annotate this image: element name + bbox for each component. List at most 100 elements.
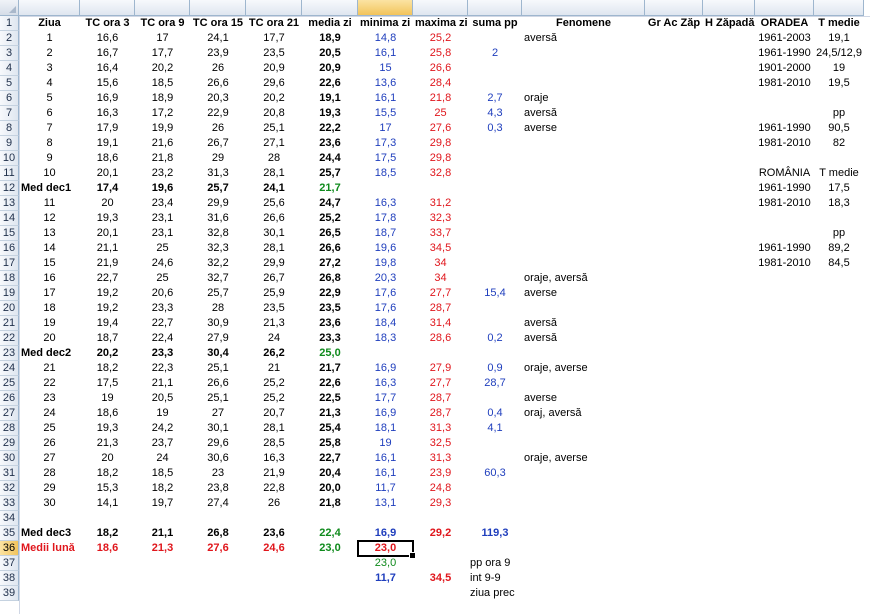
cell-b17[interactable]: 21,9 [80, 256, 135, 271]
cell-g11[interactable]: 18,5 [358, 166, 413, 181]
row-header-10[interactable]: 10 [0, 151, 19, 166]
cell-a26[interactable]: 23 [19, 391, 80, 406]
cell-h18[interactable]: 34 [413, 271, 468, 286]
cell-f2[interactable]: 18,9 [302, 31, 358, 46]
cell-e12[interactable]: 24,1 [246, 181, 302, 196]
cell-a15[interactable]: 13 [19, 226, 80, 241]
cell-a6[interactable]: 5 [19, 91, 80, 106]
cell-a14[interactable]: 12 [19, 211, 80, 226]
cell-b36[interactable]: 18,6 [80, 541, 135, 556]
cell-b11[interactable]: 20,1 [80, 166, 135, 181]
cell-n13[interactable]: 18,3 [814, 196, 864, 211]
cell-a32[interactable]: 29 [19, 481, 80, 496]
cell-d14[interactable]: 31,6 [190, 211, 246, 226]
cell-l1[interactable]: H Zăpadă [703, 16, 755, 31]
cell-f4[interactable]: 20,9 [302, 61, 358, 76]
cell-e8[interactable]: 25,1 [246, 121, 302, 136]
cell-b13[interactable]: 20 [80, 196, 135, 211]
cell-b6[interactable]: 16,9 [80, 91, 135, 106]
cell-c13[interactable]: 23,4 [135, 196, 190, 211]
cell-g1[interactable]: minima zi [358, 16, 413, 31]
cell-a3[interactable]: 2 [19, 46, 80, 61]
cell-h16[interactable]: 34,5 [413, 241, 468, 256]
row-header-31[interactable]: 31 [0, 466, 19, 481]
cell-b21[interactable]: 19,4 [80, 316, 135, 331]
cell-a8[interactable]: 7 [19, 121, 80, 136]
cell-f31[interactable]: 20,4 [302, 466, 358, 481]
cell-e17[interactable]: 29,9 [246, 256, 302, 271]
row-header-30[interactable]: 30 [0, 451, 19, 466]
cell-a13[interactable]: 11 [19, 196, 80, 211]
cell-c3[interactable]: 17,7 [135, 46, 190, 61]
cell-e27[interactable]: 20,7 [246, 406, 302, 421]
cell-h13[interactable]: 31,2 [413, 196, 468, 211]
cell-b2[interactable]: 16,6 [80, 31, 135, 46]
cell-c9[interactable]: 21,6 [135, 136, 190, 151]
cell-f24[interactable]: 21,7 [302, 361, 358, 376]
cell-e7[interactable]: 20,8 [246, 106, 302, 121]
cell-f17[interactable]: 27,2 [302, 256, 358, 271]
cell-h9[interactable]: 29,8 [413, 136, 468, 151]
cell-n9[interactable]: 82 [814, 136, 864, 151]
cell-e33[interactable]: 26 [246, 496, 302, 511]
cell-c27[interactable]: 19 [135, 406, 190, 421]
cell-c31[interactable]: 18,5 [135, 466, 190, 481]
cell-c25[interactable]: 21,1 [135, 376, 190, 391]
cell-b7[interactable]: 16,3 [80, 106, 135, 121]
cell-f1[interactable]: media zi [302, 16, 358, 31]
row-header-34[interactable]: 34 [0, 511, 19, 526]
cell-g19[interactable]: 17,6 [358, 286, 413, 301]
cell-f29[interactable]: 25,8 [302, 436, 358, 451]
cell-b9[interactable]: 19,1 [80, 136, 135, 151]
row-header-11[interactable]: 11 [0, 166, 19, 181]
cell-i7[interactable]: 4,3 [468, 106, 522, 121]
cell-d15[interactable]: 32,8 [190, 226, 246, 241]
cell-b18[interactable]: 22,7 [80, 271, 135, 286]
cell-d23[interactable]: 30,4 [190, 346, 246, 361]
cell-g5[interactable]: 13,6 [358, 76, 413, 91]
row-header-38[interactable]: 38 [0, 571, 19, 586]
cell-a18[interactable]: 16 [19, 271, 80, 286]
cell-m4[interactable]: 1901-2000 [755, 61, 814, 76]
cell-h5[interactable]: 28,4 [413, 76, 468, 91]
cell-c30[interactable]: 24 [135, 451, 190, 466]
cell-d30[interactable]: 30,6 [190, 451, 246, 466]
cell-g21[interactable]: 18,4 [358, 316, 413, 331]
cell-b28[interactable]: 19,3 [80, 421, 135, 436]
cell-c16[interactable]: 25 [135, 241, 190, 256]
cell-h8[interactable]: 27,6 [413, 121, 468, 136]
cell-j27[interactable]: oraj, aversă [522, 406, 682, 421]
cell-j22[interactable]: aversă [522, 331, 682, 346]
cell-g18[interactable]: 20,3 [358, 271, 413, 286]
cell-g36[interactable]: 23,0 [358, 541, 413, 556]
cell-d5[interactable]: 26,6 [190, 76, 246, 91]
cell-k1[interactable]: Gr Ac Zăp [645, 16, 703, 31]
cell-m3[interactable]: 1961-1990 [755, 46, 814, 61]
row-header-29[interactable]: 29 [0, 436, 19, 451]
row-header-39[interactable]: 39 [0, 586, 19, 601]
cell-i6[interactable]: 2,7 [468, 91, 522, 106]
row-header-28[interactable]: 28 [0, 421, 19, 436]
cell-e6[interactable]: 20,2 [246, 91, 302, 106]
cell-e9[interactable]: 27,1 [246, 136, 302, 151]
column-header-f[interactable] [302, 0, 358, 16]
cell-h3[interactable]: 25,8 [413, 46, 468, 61]
cell-m1[interactable]: ORADEA [755, 16, 814, 31]
cell-e31[interactable]: 21,9 [246, 466, 302, 481]
row-header-16[interactable]: 16 [0, 241, 19, 256]
cell-h30[interactable]: 31,3 [413, 451, 468, 466]
cell-d3[interactable]: 23,9 [190, 46, 246, 61]
cell-f14[interactable]: 25,2 [302, 211, 358, 226]
cell-h19[interactable]: 27,7 [413, 286, 468, 301]
cell-d8[interactable]: 26 [190, 121, 246, 136]
cell-d27[interactable]: 27 [190, 406, 246, 421]
cell-b25[interactable]: 17,5 [80, 376, 135, 391]
cell-d11[interactable]: 31,3 [190, 166, 246, 181]
column-header-a[interactable] [19, 0, 80, 16]
cell-n5[interactable]: 19,5 [814, 76, 864, 91]
cell-b33[interactable]: 14,1 [80, 496, 135, 511]
cell-i3[interactable]: 2 [468, 46, 522, 61]
cell-i24[interactable]: 0,9 [468, 361, 522, 376]
cell-h24[interactable]: 27,9 [413, 361, 468, 376]
column-header-j[interactable] [522, 0, 645, 16]
